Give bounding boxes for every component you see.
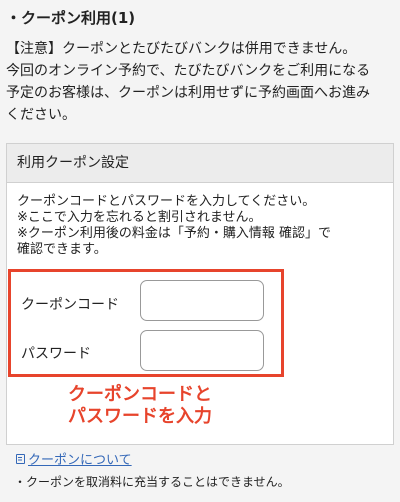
annotation-line: パスワードを入力	[68, 406, 212, 427]
instruction-line: クーポンコードとパスワードを入力してください。	[17, 194, 316, 209]
coupon-code-label: クーポンコード	[21, 297, 119, 313]
instruction-line: ※ここで入力を忘れると割引されません。	[17, 210, 262, 225]
notice-line: 【注意】クーポンとたびたびバンクは併用できません。	[6, 41, 357, 57]
notice-line: ください。	[6, 107, 76, 123]
coupon-info-link[interactable]: クーポンについて	[16, 449, 132, 468]
notice-text: 【注意】クーポンとたびたびバンクは併用できません。 今回のオンライン予約で、たび…	[6, 38, 396, 126]
coupon-note: ・クーポンを取消料に充当することはできません。	[14, 475, 290, 489]
coupon-settings-panel: 利用クーポン設定 クーポンコードとパスワードを入力してください。 ※ここで入力を…	[6, 143, 394, 445]
section-title: ・クーポン利用(1)	[6, 9, 136, 27]
password-input[interactable]	[140, 330, 264, 371]
coupon-instructions: クーポンコードとパスワードを入力してください。 ※ここで入力を忘れると割引されま…	[17, 194, 387, 258]
notice-line: 今回のオンライン予約で、たびたびバンクをご利用になる	[6, 63, 371, 79]
notice-line: 予定のお客様は、クーポンは利用せずに予約画面へお進み	[6, 85, 370, 101]
instruction-line: ※クーポン利用後の料金は「予約・購入情報 確認」で	[17, 226, 332, 241]
input-highlight-box: クーポンコード パスワード	[8, 269, 284, 377]
instruction-line: 確認できます。	[17, 242, 107, 257]
password-label: パスワード	[21, 346, 91, 362]
annotation-line: クーポンコードと	[68, 384, 212, 405]
coupon-code-input[interactable]	[140, 280, 264, 321]
coupon-info-link-label: クーポンについて	[28, 453, 132, 468]
coupon-settings-header: 利用クーポン設定	[7, 144, 393, 183]
document-icon	[16, 453, 25, 464]
input-annotation: クーポンコードと パスワードを入力	[68, 384, 212, 428]
